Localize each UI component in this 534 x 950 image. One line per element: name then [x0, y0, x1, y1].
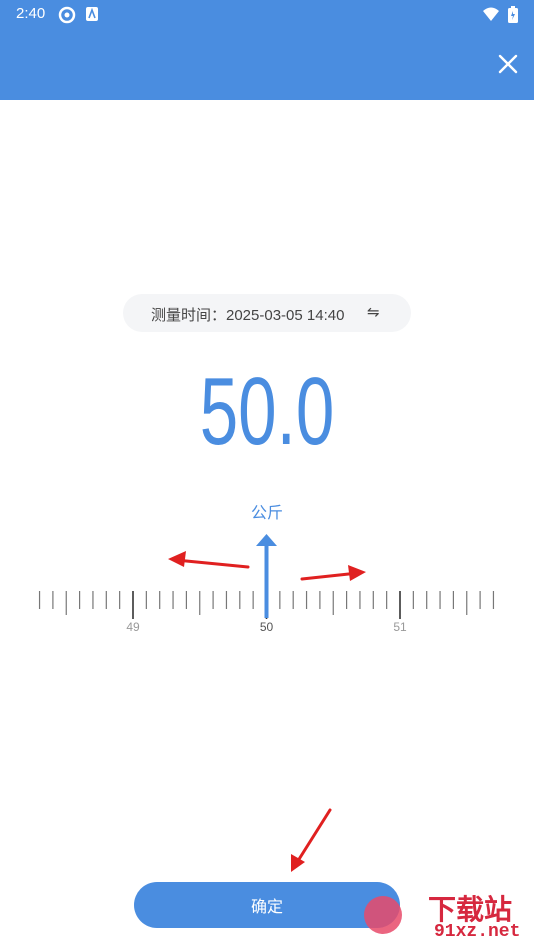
weight-ruler[interactable]: 49 50 51 [0, 530, 534, 640]
right-arrow-annotation [300, 565, 366, 581]
app-status-icon [86, 7, 98, 21]
weight-unit: 公斤 [250, 503, 283, 522]
ruler-tick-label: 51 [393, 620, 407, 634]
measure-time-label: 测量时间：2025-03-05 14:40 [151, 307, 345, 324]
swap-icon[interactable]: ⇋ [367, 303, 380, 321]
battery-icon [508, 6, 518, 23]
status-bar: 2:40 [0, 0, 534, 28]
settings-status-icon [58, 6, 76, 24]
status-time: 2:40 [16, 5, 46, 22]
weight-value: 50.0 [199, 358, 335, 465]
close-icon[interactable] [496, 52, 520, 76]
ruler-tick-label: 50 [260, 620, 274, 634]
app-header: 2:40 [0, 0, 534, 100]
left-arrow-annotation [168, 551, 250, 569]
measure-time-pill[interactable]: 测量时间：2025-03-05 14:40 ⇋ [123, 294, 411, 332]
ruler-tick-label: 49 [126, 620, 140, 634]
watermark-logo [364, 896, 402, 934]
ruler-tick-labels: 49 50 51 [126, 620, 407, 634]
wifi-icon [483, 7, 499, 21]
watermark-sub: 91xz.net [434, 922, 521, 942]
down-arrow-annotation [291, 808, 332, 872]
ruler-indicator [256, 534, 277, 618]
confirm-button[interactable]: 确定 [134, 882, 400, 928]
